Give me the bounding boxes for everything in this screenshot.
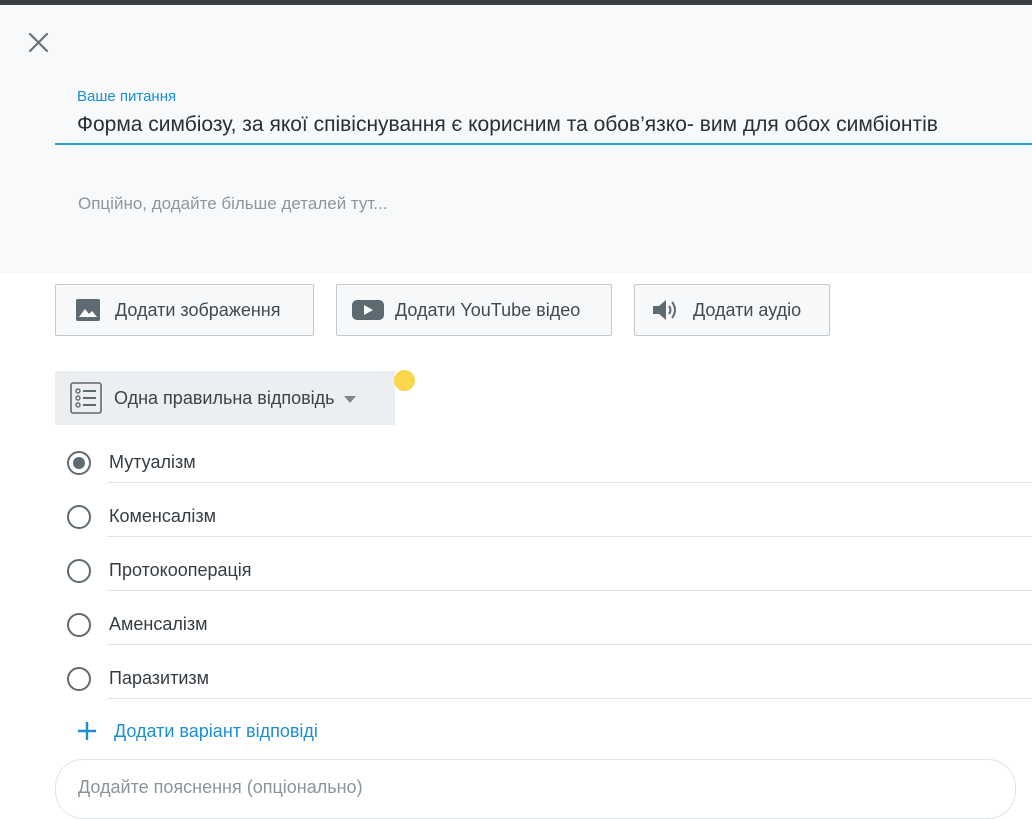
option-text-5[interactable]: Паразитизм	[109, 668, 209, 689]
option-underline	[107, 482, 1032, 483]
option-underline	[107, 644, 1032, 645]
option-radio-2[interactable]	[67, 505, 91, 529]
answer-option-5: Паразитизм	[67, 664, 1032, 704]
option-text-1[interactable]: Мутуалізм	[109, 452, 196, 473]
chevron-down-icon	[343, 396, 356, 403]
option-text-4[interactable]: Аменсалізм	[109, 614, 207, 635]
answer-type-dropdown[interactable]: Одна правильна відповідь	[55, 371, 395, 425]
question-area	[0, 5, 1032, 273]
add-answer-option-label: Додати варіант відповіді	[114, 720, 318, 741]
add-audio-button[interactable]: Додати аудіо	[634, 284, 830, 336]
youtube-icon	[352, 300, 384, 320]
cursor-highlight	[394, 370, 415, 391]
option-radio-4[interactable]	[67, 613, 91, 637]
option-underline	[107, 698, 1032, 699]
add-youtube-label: Додати YouTube відео	[395, 299, 581, 320]
plus-icon	[78, 722, 96, 740]
question-details-input[interactable]: Опційно, додайте більше деталей тут...	[78, 194, 387, 214]
option-underline	[107, 590, 1032, 591]
close-icon	[28, 32, 49, 53]
option-radio-3[interactable]	[67, 559, 91, 583]
close-button[interactable]	[26, 30, 52, 56]
add-image-button[interactable]: Додати зображення	[55, 284, 314, 336]
option-underline	[107, 536, 1032, 537]
image-icon	[76, 299, 100, 321]
option-text-3[interactable]: Протокооперація	[109, 560, 252, 581]
list-icon	[70, 382, 102, 414]
answer-option-3: Протокооперація	[67, 556, 1032, 596]
option-radio-1[interactable]	[67, 451, 91, 475]
option-radio-5[interactable]	[67, 667, 91, 691]
question-input[interactable]: Форма симбіозу, за якої співіснування є …	[77, 113, 938, 137]
option-text-2[interactable]: Коменсалізм	[109, 506, 216, 527]
answer-option-2: Коменсалізм	[67, 502, 1032, 542]
answer-option-1: Мутуалізм	[67, 448, 1032, 488]
explanation-input[interactable]: Додайте пояснення (опціонально)	[55, 759, 1016, 819]
speaker-icon	[653, 300, 676, 320]
question-input-underline	[55, 143, 1032, 145]
answer-option-4: Аменсалізм	[67, 610, 1032, 650]
question-label: Ваше питання	[77, 88, 177, 105]
answer-type-label: Одна правильна відповідь	[114, 387, 335, 408]
add-youtube-button[interactable]: Додати YouTube відео	[336, 284, 612, 336]
add-audio-label: Додати аудіо	[693, 299, 802, 320]
add-answer-option-button[interactable]: Додати варіант відповіді	[76, 720, 318, 742]
add-image-label: Додати зображення	[115, 299, 281, 320]
